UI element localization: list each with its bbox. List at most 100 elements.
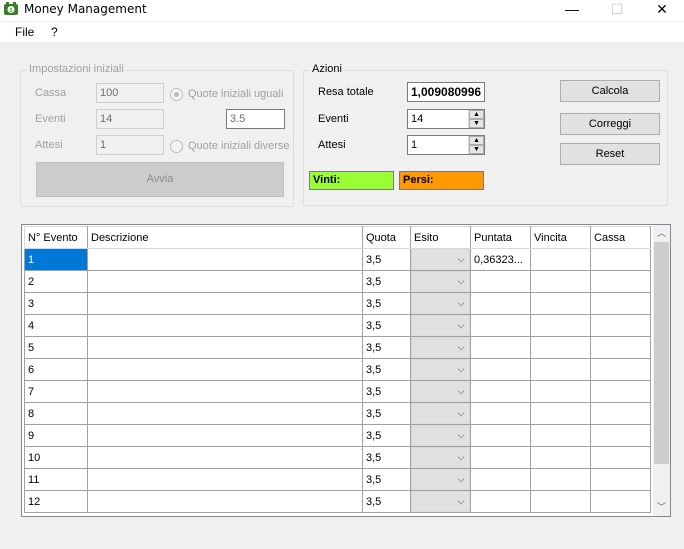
cell-descrizione[interactable] <box>87 248 363 271</box>
table-row[interactable]: 3 3,5 ⌵ <box>24 292 651 315</box>
col-header-quota[interactable]: Quota <box>362 226 411 249</box>
cell-quota[interactable]: 3,5 <box>362 270 411 293</box>
table-row[interactable]: 6 3,5 ⌵ <box>24 358 651 381</box>
cell-puntata[interactable] <box>470 380 531 403</box>
cell-descrizione[interactable] <box>87 424 363 447</box>
cell-vincita[interactable] <box>530 358 591 381</box>
scroll-up-icon[interactable]: ︿ <box>653 225 670 242</box>
cell-esito[interactable]: ⌵ <box>410 446 471 469</box>
scroll-thumb[interactable] <box>654 242 669 464</box>
cell-esito[interactable]: ⌵ <box>410 490 471 513</box>
esito-combobox[interactable]: ⌵ <box>411 381 470 402</box>
table-row[interactable]: 2 3,5 ⌵ <box>24 270 651 293</box>
table-row[interactable]: 10 3,5 ⌵ <box>24 446 651 469</box>
cell-quota[interactable]: 3,5 <box>362 380 411 403</box>
attesi-up-icon[interactable]: ▲ <box>469 136 484 145</box>
table-row[interactable]: 9 3,5 ⌵ <box>24 424 651 447</box>
cell-vincita[interactable] <box>530 424 591 447</box>
chevron-down-icon[interactable]: ⌵ <box>453 448 469 467</box>
col-header-descrizione[interactable]: Descrizione <box>87 226 363 249</box>
cell-quota[interactable]: 3,5 <box>362 402 411 425</box>
cell-cassa[interactable] <box>590 314 651 337</box>
cell-cassa[interactable] <box>590 468 651 491</box>
close-button[interactable]: ✕ <box>639 0 684 21</box>
reset-button[interactable]: Reset <box>560 143 660 165</box>
cell-cassa[interactable] <box>590 446 651 469</box>
table-row[interactable]: 11 3,5 ⌵ <box>24 468 651 491</box>
minimize-button[interactable]: — <box>549 0 595 21</box>
cell-esito[interactable]: ⌵ <box>410 468 471 491</box>
table-row[interactable]: 7 3,5 ⌵ <box>24 380 651 403</box>
cell-quota[interactable]: 3,5 <box>362 248 411 271</box>
col-header-cassa[interactable]: Cassa <box>590 226 651 249</box>
col-header-vincita[interactable]: Vincita <box>530 226 591 249</box>
esito-combobox[interactable]: ⌵ <box>411 337 470 358</box>
cell-esito[interactable]: ⌵ <box>410 292 471 315</box>
cell-puntata[interactable] <box>470 424 531 447</box>
grid-vertical-scrollbar[interactable]: ︿ ﹀ <box>653 225 670 516</box>
cell-esito[interactable]: ⌵ <box>410 358 471 381</box>
chevron-down-icon[interactable]: ⌵ <box>453 338 469 357</box>
menu-file[interactable]: File <box>15 25 34 39</box>
attesi-down-icon[interactable]: ▼ <box>469 145 484 154</box>
attesi-spin[interactable]: ▲ ▼ <box>468 136 484 154</box>
cell-descrizione[interactable] <box>87 380 363 403</box>
cell-vincita[interactable] <box>530 468 591 491</box>
cell-esito[interactable]: ⌵ <box>410 248 471 271</box>
cell-vincita[interactable] <box>530 336 591 359</box>
chevron-down-icon[interactable]: ⌵ <box>453 404 469 423</box>
cell-esito[interactable]: ⌵ <box>410 336 471 359</box>
cell-vincita[interactable] <box>530 380 591 403</box>
cell-descrizione[interactable] <box>87 468 363 491</box>
esito-combobox[interactable]: ⌵ <box>411 315 470 336</box>
cell-descrizione[interactable] <box>87 358 363 381</box>
eventi-up-icon[interactable]: ▲ <box>469 110 484 119</box>
cell-vincita[interactable] <box>530 292 591 315</box>
cell-n-evento[interactable]: 12 <box>24 490 88 513</box>
scroll-down-icon[interactable]: ﹀ <box>653 499 670 516</box>
cell-vincita[interactable] <box>530 490 591 513</box>
eventi-spin[interactable]: ▲ ▼ <box>468 110 484 128</box>
cell-puntata[interactable] <box>470 402 531 425</box>
chevron-down-icon[interactable]: ⌵ <box>453 294 469 313</box>
cell-n-evento[interactable]: 11 <box>24 468 88 491</box>
col-header-n-evento[interactable]: N° Evento <box>24 226 88 249</box>
cell-descrizione[interactable] <box>87 490 363 513</box>
cell-quota[interactable]: 3,5 <box>362 314 411 337</box>
table-row[interactable]: 4 3,5 ⌵ <box>24 314 651 337</box>
cell-puntata[interactable] <box>470 446 531 469</box>
cell-descrizione[interactable] <box>87 336 363 359</box>
chevron-down-icon[interactable]: ⌵ <box>453 492 469 511</box>
cell-vincita[interactable] <box>530 248 591 271</box>
chevron-down-icon[interactable]: ⌵ <box>453 382 469 401</box>
cell-descrizione[interactable] <box>87 446 363 469</box>
cell-quota[interactable]: 3,5 <box>362 336 411 359</box>
esito-combobox[interactable]: ⌵ <box>411 293 470 314</box>
cell-puntata[interactable] <box>470 468 531 491</box>
table-row[interactable]: 12 3,5 ⌵ <box>24 490 651 513</box>
chevron-down-icon[interactable]: ⌵ <box>453 470 469 489</box>
cell-descrizione[interactable] <box>87 402 363 425</box>
cell-vincita[interactable] <box>530 446 591 469</box>
esito-combobox[interactable]: ⌵ <box>411 447 470 468</box>
cell-cassa[interactable] <box>590 402 651 425</box>
cell-n-evento[interactable]: 5 <box>24 336 88 359</box>
cell-n-evento[interactable]: 6 <box>24 358 88 381</box>
esito-combobox[interactable]: ⌵ <box>411 491 470 512</box>
cell-esito[interactable]: ⌵ <box>410 402 471 425</box>
table-row[interactable]: 8 3,5 ⌵ <box>24 402 651 425</box>
cell-cassa[interactable] <box>590 270 651 293</box>
chevron-down-icon[interactable]: ⌵ <box>453 272 469 291</box>
cell-cassa[interactable] <box>590 336 651 359</box>
esito-combobox[interactable]: ⌵ <box>411 271 470 292</box>
correggi-button[interactable]: Correggi <box>560 113 660 135</box>
esito-combobox[interactable]: ⌵ <box>411 425 470 446</box>
cell-puntata[interactable] <box>470 358 531 381</box>
cell-puntata[interactable] <box>470 292 531 315</box>
cell-vincita[interactable] <box>530 402 591 425</box>
table-row[interactable]: 1 3,5 ⌵ 0,36323... <box>24 248 651 271</box>
cell-quota[interactable]: 3,5 <box>362 358 411 381</box>
cell-descrizione[interactable] <box>87 270 363 293</box>
cell-n-evento[interactable]: 2 <box>24 270 88 293</box>
cell-puntata[interactable]: 0,36323... <box>470 248 531 271</box>
